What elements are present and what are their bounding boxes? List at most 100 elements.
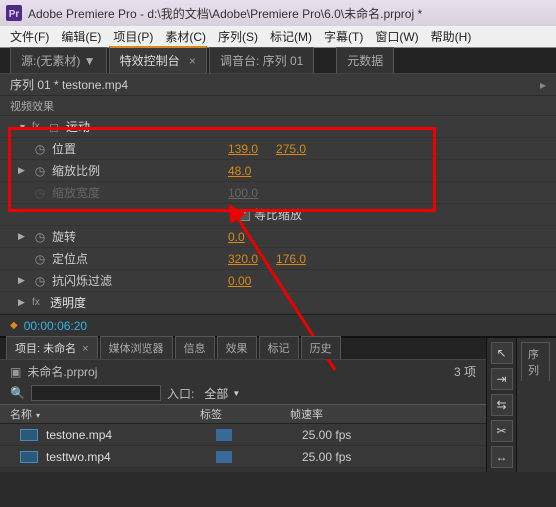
tab-media-browser[interactable]: 媒体浏览器 bbox=[100, 336, 173, 359]
project-header: ▣ 未命名.prproj 3 项 bbox=[0, 360, 486, 382]
rotation-value[interactable]: 0.0 bbox=[228, 230, 245, 244]
dropdown-icon[interactable]: ▼ bbox=[84, 54, 96, 68]
tab-fx[interactable]: 效果 bbox=[217, 336, 257, 359]
menu-file[interactable]: 文件(F) bbox=[4, 26, 55, 47]
anchor-label: 定位点 bbox=[48, 250, 228, 267]
tab-info[interactable]: 信息 bbox=[175, 336, 215, 359]
stopwatch-icon[interactable]: ◷ bbox=[32, 230, 48, 244]
fx-badge-icon: fx bbox=[32, 121, 46, 132]
tab-history[interactable]: 历史 bbox=[301, 336, 341, 359]
sort-icon: ▾ bbox=[36, 411, 40, 420]
menu-sequence[interactable]: 序列(S) bbox=[212, 26, 264, 47]
tab-audio-mixer[interactable]: 调音台: 序列 01 bbox=[209, 47, 314, 73]
anchor-y[interactable]: 176.0 bbox=[276, 252, 306, 266]
position-y[interactable]: 275.0 bbox=[276, 142, 306, 156]
project-columns: 名称▾ 标签 帧速率 bbox=[0, 404, 486, 424]
twirl-right-icon[interactable]: ▶ bbox=[18, 165, 28, 176]
stopwatch-icon[interactable]: ◷ bbox=[32, 142, 48, 156]
ripple-tool[interactable]: ⇆ bbox=[491, 394, 513, 416]
close-icon[interactable]: × bbox=[82, 343, 88, 355]
twirl-right-icon[interactable]: ▶ bbox=[18, 275, 28, 286]
motion-group[interactable]: ▼ fx ◻ 运动 bbox=[0, 116, 556, 138]
menu-title[interactable]: 字幕(T) bbox=[318, 26, 369, 47]
clip-icon bbox=[20, 429, 38, 441]
project-item-count: 3 项 bbox=[454, 363, 476, 380]
project-item[interactable]: testtwo.mp4 25.00 fps bbox=[0, 446, 486, 468]
project-panel: 项目: 未命名 × 媒体浏览器 信息 效果 标记 历史 ▣ 未命名.prproj 3… bbox=[0, 338, 486, 472]
folder-icon: ▣ bbox=[10, 365, 21, 379]
dropdown-icon: ▼ bbox=[232, 389, 240, 398]
search-icon[interactable]: 🔍 bbox=[10, 386, 25, 400]
tab-source-label: 源:(无素材) bbox=[21, 54, 80, 68]
panel-menu-icon[interactable]: ▸ bbox=[540, 78, 546, 92]
position-label: 位置 bbox=[48, 140, 228, 157]
tool-palette: ↖ ⇥ ⇆ ✂ ↔ bbox=[486, 338, 516, 472]
motion-label: 运动 bbox=[62, 118, 242, 135]
scale-width-value: 100.0 bbox=[228, 186, 258, 200]
clip-title: 序列 01 * testone.mp4 bbox=[10, 76, 128, 93]
close-icon[interactable]: × bbox=[189, 54, 196, 68]
col-name[interactable]: 名称▾ bbox=[0, 406, 200, 422]
playhead-icon[interactable]: ◆ bbox=[10, 320, 18, 331]
lower-panels: 项目: 未命名 × 媒体浏览器 信息 效果 标记 历史 ▣ 未命名.prproj 3… bbox=[0, 336, 556, 472]
window-titlebar: Pr Adobe Premiere Pro - d:\我的文档\Adobe\Pr… bbox=[0, 0, 556, 26]
scope-dropdown[interactable]: 全部▼ bbox=[200, 384, 244, 403]
rotation-row: ▶ ◷ 旋转 0.0 bbox=[0, 226, 556, 248]
stopwatch-icon[interactable]: ◷ bbox=[32, 164, 48, 178]
tab-metadata[interactable]: 元数据 bbox=[336, 47, 394, 73]
stopwatch-icon[interactable]: ◷ bbox=[32, 274, 48, 288]
scale-value[interactable]: 48.0 bbox=[228, 164, 251, 178]
clip-name: testtwo.mp4 bbox=[46, 450, 216, 464]
stopwatch-icon: ◷ bbox=[32, 186, 48, 200]
twirl-right-icon[interactable]: ▶ bbox=[18, 231, 28, 242]
tab-project-label: 项目: 未命名 bbox=[15, 343, 76, 355]
panel-header: 序列 01 * testone.mp4 ▸ bbox=[0, 74, 556, 96]
menu-clip[interactable]: 素材(C) bbox=[159, 26, 212, 47]
clip-name: testone.mp4 bbox=[46, 428, 216, 442]
anchor-x[interactable]: 320.0 bbox=[228, 252, 258, 266]
uniform-scale-label: 等比缩放 bbox=[254, 206, 302, 223]
tab-sequence[interactable]: 序列 bbox=[521, 342, 550, 381]
opacity-group[interactable]: ▶ fx 透明度 bbox=[0, 292, 556, 314]
menu-help[interactable]: 帮助(H) bbox=[425, 26, 478, 47]
stopwatch-icon[interactable]: ◷ bbox=[32, 252, 48, 266]
uniform-scale-row: 等比缩放 bbox=[0, 204, 556, 226]
uniform-scale-checkbox[interactable] bbox=[238, 209, 250, 221]
slip-tool[interactable]: ↔ bbox=[491, 446, 513, 468]
menu-edit[interactable]: 编辑(E) bbox=[55, 26, 107, 47]
effect-controls-panel: 序列 01 * testone.mp4 ▸ 视频效果 ▼ fx ◻ 运动 ◷ 位… bbox=[0, 74, 556, 336]
menu-marker[interactable]: 标记(M) bbox=[264, 26, 318, 47]
flicker-value[interactable]: 0.00 bbox=[228, 274, 251, 288]
video-effects-header: 视频效果 bbox=[0, 96, 556, 116]
menu-bar: 文件(F) 编辑(E) 项目(P) 素材(C) 序列(S) 标记(M) 字幕(T… bbox=[0, 26, 556, 48]
selection-tool[interactable]: ↖ bbox=[491, 342, 513, 364]
transform-icon: ◻ bbox=[46, 120, 62, 134]
tab-mixer-label: 调音台: 序列 01 bbox=[220, 54, 303, 68]
col-fps[interactable]: 帧速率 bbox=[290, 406, 486, 422]
clip-fps: 25.00 fps bbox=[302, 428, 351, 442]
tab-markers[interactable]: 标记 bbox=[259, 336, 299, 359]
scale-label: 缩放比例 bbox=[48, 162, 228, 179]
menu-window[interactable]: 窗口(W) bbox=[369, 26, 424, 47]
twirl-right-icon[interactable]: ▶ bbox=[18, 297, 28, 308]
tab-effect-controls[interactable]: 特效控制台 × bbox=[109, 46, 207, 73]
position-x[interactable]: 139.0 bbox=[228, 142, 258, 156]
scale-width-row: ◷ 缩放宽度 100.0 bbox=[0, 182, 556, 204]
tab-project[interactable]: 项目: 未命名 × bbox=[6, 336, 98, 359]
col-tag[interactable]: 标签 bbox=[200, 406, 290, 422]
razor-tool[interactable]: ✂ bbox=[491, 420, 513, 442]
in-label: 入口: bbox=[167, 385, 194, 402]
clip-tag-swatch[interactable] bbox=[216, 451, 232, 463]
timecode-value[interactable]: 00:00:06:20 bbox=[24, 319, 87, 333]
timecode-bar: ◆ 00:00:06:20 bbox=[0, 314, 556, 336]
menu-project[interactable]: 项目(P) bbox=[107, 26, 159, 47]
track-select-tool[interactable]: ⇥ bbox=[491, 368, 513, 390]
twirl-down-icon[interactable]: ▼ bbox=[18, 122, 28, 132]
svg-text:Pr: Pr bbox=[9, 9, 20, 20]
flicker-row: ▶ ◷ 抗闪烁过滤 0.00 bbox=[0, 270, 556, 292]
project-item[interactable]: testone.mp4 25.00 fps bbox=[0, 424, 486, 446]
project-name: 未命名.prproj bbox=[27, 365, 97, 379]
tab-source[interactable]: 源:(无素材) ▼ bbox=[10, 47, 107, 73]
clip-tag-swatch[interactable] bbox=[216, 429, 232, 441]
search-input[interactable] bbox=[31, 385, 161, 401]
